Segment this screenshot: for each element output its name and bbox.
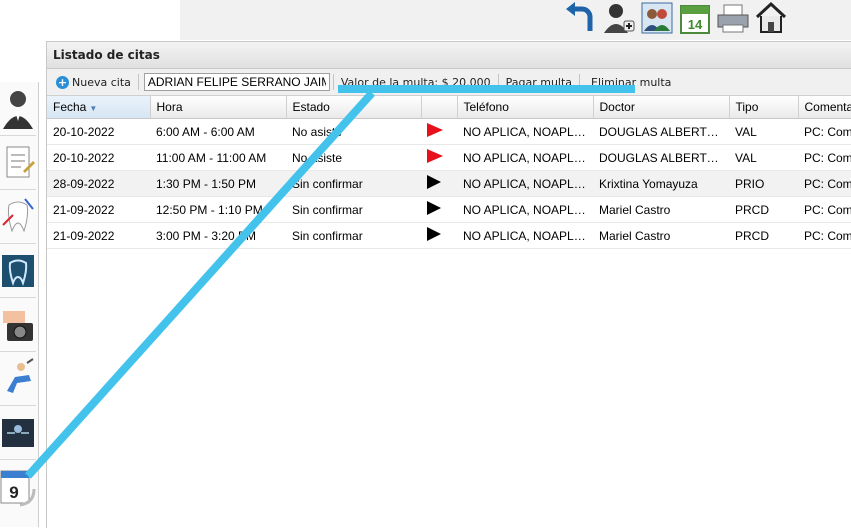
cell-telefono: NO APLICA, NOAPLICA [457, 118, 593, 145]
top-bar: 14 [180, 0, 851, 40]
sort-down-icon: ▼ [89, 104, 98, 113]
toolbar-divider [332, 74, 334, 90]
home-icon[interactable] [753, 0, 789, 36]
cell-hora: 12:50 PM - 1:10 PM [150, 196, 286, 223]
notes-icon[interactable] [0, 136, 36, 190]
top-toolbar: 14 [563, 0, 789, 36]
appointments-panel: Listado de citas + Nueva cita Valor de l… [46, 41, 851, 528]
col-header-estado[interactable]: Estado [286, 96, 422, 119]
cell-hora: 11:00 AM - 11:00 AM [150, 144, 286, 171]
cell-comentario: PC: Comentario [798, 170, 851, 197]
delete-fine-button[interactable]: Eliminar multa [583, 76, 675, 89]
black-flag-icon [427, 201, 441, 215]
cell-doctor: DOUGLAS ALBERTO CASTELLANOS [593, 118, 729, 145]
pay-fine-button[interactable]: Pagar multa [502, 76, 576, 89]
table-header-row: Fecha ▼ Hora Estado Teléfono Doctor Tipo … [47, 96, 851, 119]
calendar-icon[interactable]: 14 [677, 0, 713, 36]
cell-doctor: Mariel Castro [593, 196, 729, 223]
cell-flag [421, 170, 457, 197]
cell-tipo: VAL [729, 118, 798, 145]
cell-flag [421, 196, 457, 223]
col-header-comentarios[interactable]: Comentarios [798, 96, 851, 119]
printer-icon[interactable] [715, 0, 751, 36]
col-header-label: Fecha [53, 100, 87, 114]
calendar-day: 14 [688, 17, 703, 32]
table-row[interactable]: 28-09-2022 1:30 PM - 1:50 PM Sin confirm… [47, 170, 851, 197]
cell-estado: No asiste [286, 144, 421, 171]
camera-icon[interactable] [0, 298, 36, 352]
col-header-doctor[interactable]: Doctor [593, 96, 730, 119]
dental-chair-icon[interactable] [0, 352, 36, 406]
tooth-icon[interactable] [0, 190, 36, 244]
cell-telefono: NO APLICA, NOAPLICA [457, 196, 593, 223]
patient-input[interactable] [143, 73, 330, 91]
cell-comentario: PC: Comentario [798, 144, 851, 171]
toolbar-divider [579, 74, 581, 90]
cell-telefono: NO APLICA, NOAPLICA [457, 144, 593, 171]
black-flag-icon [427, 227, 441, 241]
cell-flag [421, 118, 457, 145]
cell-flag [421, 144, 457, 171]
appointments-toolbar: + Nueva cita Valor de la multa: $ 20.000… [47, 69, 851, 96]
calendar-back-icon[interactable]: 9 [0, 460, 36, 513]
red-flag-icon [427, 149, 443, 163]
back-arrow-icon[interactable] [563, 0, 599, 36]
monitor-icon[interactable] [0, 406, 36, 460]
black-flag-icon [427, 175, 441, 189]
cell-fecha: 21-09-2022 [47, 196, 150, 223]
red-flag-icon [427, 123, 443, 137]
col-header-fecha[interactable]: Fecha ▼ [47, 96, 151, 119]
cell-hora: 1:30 PM - 1:50 PM [150, 170, 286, 197]
toolbar-divider [497, 74, 499, 90]
cell-telefono: NO APLICA, NOAPLICA [457, 170, 593, 197]
panel-title: Listado de citas [47, 42, 851, 69]
new-appointment-button[interactable]: + Nueva cita [52, 75, 135, 89]
cell-estado: Sin confirmar [286, 170, 421, 197]
patients-icon[interactable] [639, 0, 675, 36]
cell-fecha: 20-10-2022 [47, 118, 150, 145]
col-header-tipo[interactable]: Tipo [729, 96, 799, 119]
table-row[interactable]: 21-09-2022 12:50 PM - 1:10 PM Sin confir… [47, 196, 851, 223]
tooth-xray-icon[interactable] [0, 244, 36, 298]
cell-tipo: PRIO [729, 170, 798, 197]
col-header-flag[interactable] [421, 96, 458, 119]
appointments-table: Fecha ▼ Hora Estado Teléfono Doctor Tipo … [47, 96, 851, 249]
cell-comentario: PC: Comentario [798, 222, 851, 249]
new-appointment-label: Nueva cita [72, 75, 131, 89]
cell-hora: 3:00 PM - 3:20 PM [150, 222, 286, 249]
cell-doctor: Mariel Castro [593, 222, 729, 249]
cell-estado: Sin confirmar [286, 222, 421, 249]
plus-icon: + [56, 75, 69, 89]
cell-doctor: Krixtina Yomayuza [593, 170, 729, 197]
cell-tipo: PRCD [729, 196, 798, 223]
cell-fecha: 20-10-2022 [47, 144, 150, 171]
cell-estado: Sin confirmar [286, 196, 421, 223]
toolbar-divider [137, 74, 139, 90]
table-row[interactable]: 20-10-2022 6:00 AM - 6:00 AM No asiste N… [47, 118, 851, 145]
cell-telefono: NO APLICA, NOAPLICA [457, 222, 593, 249]
col-header-telefono[interactable]: Teléfono [457, 96, 594, 119]
cell-doctor: DOUGLAS ALBERTO CASTELLANOS [593, 144, 729, 171]
cell-fecha: 28-09-2022 [47, 170, 150, 197]
col-header-hora[interactable]: Hora [150, 96, 287, 119]
cell-comentario: PC: Comentario [798, 196, 851, 223]
table-row[interactable]: 21-09-2022 3:00 PM - 3:20 PM Sin confirm… [47, 222, 851, 249]
cell-tipo: PRCD [729, 222, 798, 249]
left-sidebar: 9 [0, 82, 39, 527]
fine-value-label: Valor de la multa: $ 20.000 [340, 75, 491, 89]
doctor-icon[interactable] [0, 82, 36, 136]
cell-fecha: 21-09-2022 [47, 222, 150, 249]
cell-comentario: PC: Comentario [798, 118, 851, 145]
cell-flag [421, 222, 457, 249]
table-row[interactable]: 20-10-2022 11:00 AM - 11:00 AM No asiste… [47, 144, 851, 171]
add-user-icon[interactable] [601, 0, 637, 36]
calendar-back-day: 9 [9, 483, 18, 502]
cell-estado: No asiste [286, 118, 421, 145]
cell-hora: 6:00 AM - 6:00 AM [150, 118, 286, 145]
cell-tipo: VAL [729, 144, 798, 171]
